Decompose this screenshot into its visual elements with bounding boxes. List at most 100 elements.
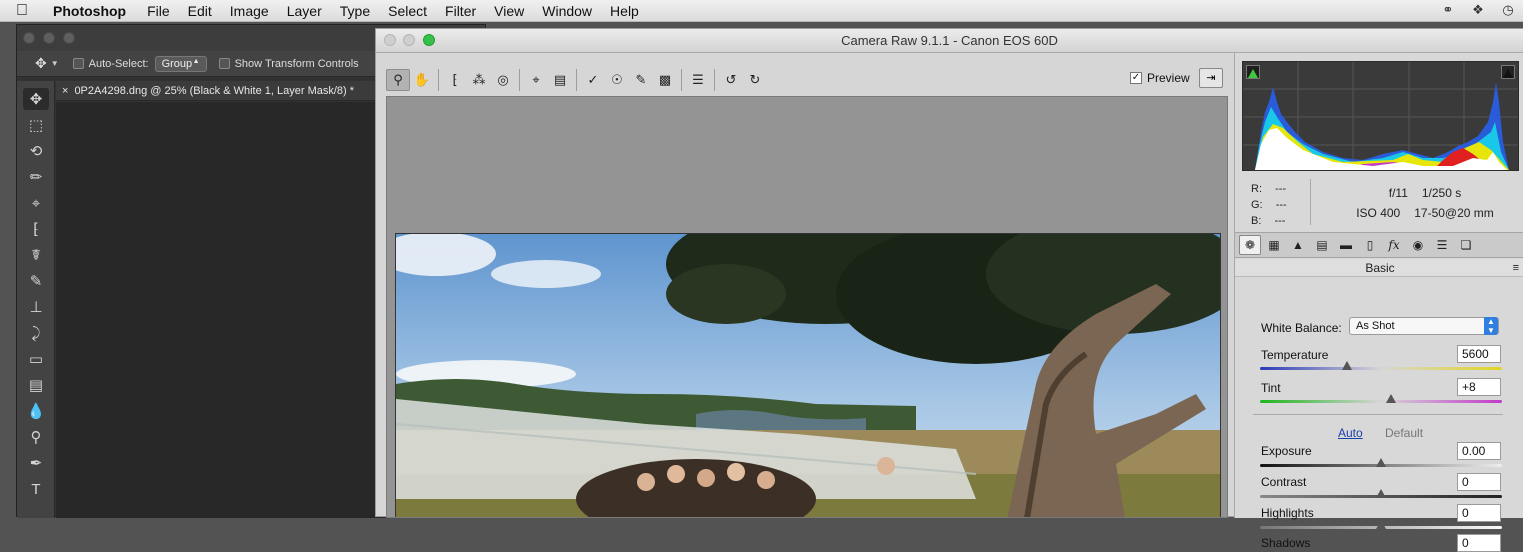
menu-edit[interactable]: Edit <box>179 0 221 22</box>
menu-layer[interactable]: Layer <box>278 0 331 22</box>
time-machine-icon[interactable]: ◷ <box>1499 2 1517 18</box>
brush-tool-icon[interactable]: ✎ <box>23 270 49 292</box>
contrast-slider-thumb[interactable] <box>1376 489 1386 498</box>
white-balance-select[interactable]: As Shot ▲ ▼ <box>1349 317 1499 335</box>
show-transform-checkbox[interactable] <box>218 58 230 69</box>
image-preview-area[interactable] <box>386 96 1228 518</box>
straighten-tool-icon[interactable]: ▤ <box>548 69 572 91</box>
rotate-left-icon[interactable]: ↺ <box>719 69 743 91</box>
auto-select-checkbox[interactable] <box>72 58 84 69</box>
menu-select[interactable]: Select <box>379 0 436 22</box>
menu-image[interactable]: Image <box>221 0 278 22</box>
healing-brush-tool-icon[interactable]: ☤ <box>23 244 49 266</box>
zoom-button[interactable] <box>63 32 75 44</box>
lasso-tool-icon[interactable]: ⟲ <box>23 140 49 162</box>
auto-select-label: Auto-Select: <box>88 57 149 70</box>
eraser-tool-icon[interactable]: ▭ <box>23 348 49 370</box>
clone-stamp-tool-icon[interactable]: ⊥ <box>23 296 49 318</box>
creative-cloud-icon[interactable]: ⚭ <box>1439 2 1457 18</box>
rotate-right-icon[interactable]: ↻ <box>743 69 767 91</box>
color-sampler-tool-icon[interactable]: ⁂ <box>467 69 491 91</box>
detail-tab-icon[interactable]: ▲ <box>1287 235 1309 255</box>
shadows-input[interactable]: 0 <box>1457 534 1501 552</box>
menu-view[interactable]: View <box>485 0 533 22</box>
document-tab[interactable]: × 0P2A4298.dng @ 25% (Black & White 1, La… <box>56 81 387 101</box>
white-balance-tool-icon[interactable]: ⁅ <box>443 69 467 91</box>
preview-toggle[interactable]: ✓ Preview <box>1130 71 1190 85</box>
red-eye-tool-icon[interactable]: ☉ <box>605 69 629 91</box>
document-tab-title: 0P2A4298.dng @ 25% (Black & White 1, Lay… <box>74 85 355 97</box>
pen-tool-icon[interactable]: ✒ <box>23 452 49 474</box>
tone-curve-tab-icon[interactable]: ▦ <box>1263 235 1285 255</box>
tint-input[interactable]: +8 <box>1457 378 1501 396</box>
menu-help[interactable]: Help <box>601 0 648 22</box>
toolbar-divider <box>681 69 682 91</box>
split-toning-tab-icon[interactable]: ▬ <box>1335 235 1357 255</box>
minimize-button[interactable] <box>403 34 415 46</box>
move-tool-icon[interactable]: ✥ <box>35 55 47 72</box>
close-button[interactable] <box>384 34 396 46</box>
type-tool-icon[interactable]: T <box>23 478 49 500</box>
select-arrows-icon: ▲ ▼ <box>1484 317 1498 335</box>
crop-tool-icon[interactable]: ⌖ <box>23 192 49 214</box>
highlights-input[interactable]: 0 <box>1457 504 1501 522</box>
targeted-adjustment-tool-icon[interactable]: ◎ <box>491 69 515 91</box>
effects-tab-icon[interactable]: fx <box>1383 235 1405 255</box>
zoom-button[interactable] <box>423 34 435 46</box>
hand-tool-icon[interactable]: ✋ <box>410 69 434 91</box>
auto-link[interactable]: Auto <box>1338 426 1363 440</box>
zoom-tool-icon[interactable]: ⚲ <box>386 69 410 91</box>
auto-select-dropdown[interactable]: Group ▲ <box>154 55 207 72</box>
temperature-slider-thumb[interactable] <box>1342 361 1353 370</box>
panel-tabs: ❁ ▦ ▲ ▤ ▬ ▯ fx ◉ ☰ ❏ <box>1235 232 1523 258</box>
adjustment-panel: R: --- G: --- B: --- f/11 1/250 s ISO 400… <box>1234 53 1523 552</box>
eyedropper-tool-icon[interactable]: ⁅ <box>23 218 49 240</box>
document-canvas[interactable] <box>56 102 387 518</box>
presets-tab-icon[interactable]: ☰ <box>1431 235 1453 255</box>
close-button[interactable] <box>23 32 35 44</box>
apple-menu-icon[interactable]:  <box>0 2 44 20</box>
spot-removal-tool-icon[interactable]: ✓ <box>581 69 605 91</box>
tint-track[interactable] <box>1260 400 1502 403</box>
shutter-value: 1/250 s <box>1421 186 1462 200</box>
tint-slider-thumb[interactable] <box>1385 394 1396 403</box>
temperature-track[interactable] <box>1260 367 1502 370</box>
exposure-input[interactable]: 0.00 <box>1457 442 1501 460</box>
default-link[interactable]: Default <box>1385 426 1423 440</box>
hsl-tab-icon[interactable]: ▤ <box>1311 235 1333 255</box>
panel-menu-icon[interactable]: ≡ <box>1513 259 1519 277</box>
basic-tab-icon[interactable]: ❁ <box>1239 235 1261 255</box>
dodge-tool-icon[interactable]: ⚲ <box>23 426 49 448</box>
crop-tool-icon[interactable]: ⌖ <box>524 69 548 91</box>
menu-file[interactable]: File <box>138 0 179 22</box>
tool-preset-dropdown-icon[interactable]: ▼ <box>51 59 59 68</box>
r-value: --- <box>1275 183 1287 195</box>
quick-select-tool-icon[interactable]: ✏ <box>23 166 49 188</box>
graduated-filter-icon[interactable]: ▩ <box>653 69 677 91</box>
menu-window[interactable]: Window <box>533 0 601 22</box>
marquee-tool-icon[interactable]: ⬚ <box>23 114 49 136</box>
full-screen-button[interactable]: ⇥ <box>1199 68 1223 88</box>
gradient-tool-icon[interactable]: ▤ <box>23 374 49 396</box>
move-tool-icon[interactable]: ✥ <box>23 88 49 110</box>
exposure-slider-thumb[interactable] <box>1376 458 1386 467</box>
preferences-icon[interactable]: ☰ <box>686 69 710 91</box>
menu-photoshop[interactable]: Photoshop <box>44 0 138 22</box>
lens-corrections-tab-icon[interactable]: ▯ <box>1359 235 1381 255</box>
blur-tool-icon[interactable]: 💧 <box>23 400 49 422</box>
histogram <box>1242 61 1519 171</box>
iso-value: ISO 400 <box>1356 206 1401 220</box>
menu-filter[interactable]: Filter <box>436 0 485 22</box>
adjustment-brush-icon[interactable]: ✎ <box>629 69 653 91</box>
preview-checkbox[interactable]: ✓ <box>1130 72 1142 84</box>
highlights-slider-thumb[interactable] <box>1376 520 1386 529</box>
minimize-button[interactable] <box>43 32 55 44</box>
temperature-input[interactable]: 5600 <box>1457 345 1501 363</box>
menu-type[interactable]: Type <box>331 0 379 22</box>
snapshots-tab-icon[interactable]: ❏ <box>1455 235 1477 255</box>
history-brush-tool-icon[interactable]: ⤸ <box>23 322 49 344</box>
dropbox-icon[interactable]: ❖ <box>1469 2 1487 18</box>
contrast-input[interactable]: 0 <box>1457 473 1501 491</box>
camera-calibration-tab-icon[interactable]: ◉ <box>1407 235 1429 255</box>
close-tab-icon[interactable]: × <box>62 85 68 97</box>
